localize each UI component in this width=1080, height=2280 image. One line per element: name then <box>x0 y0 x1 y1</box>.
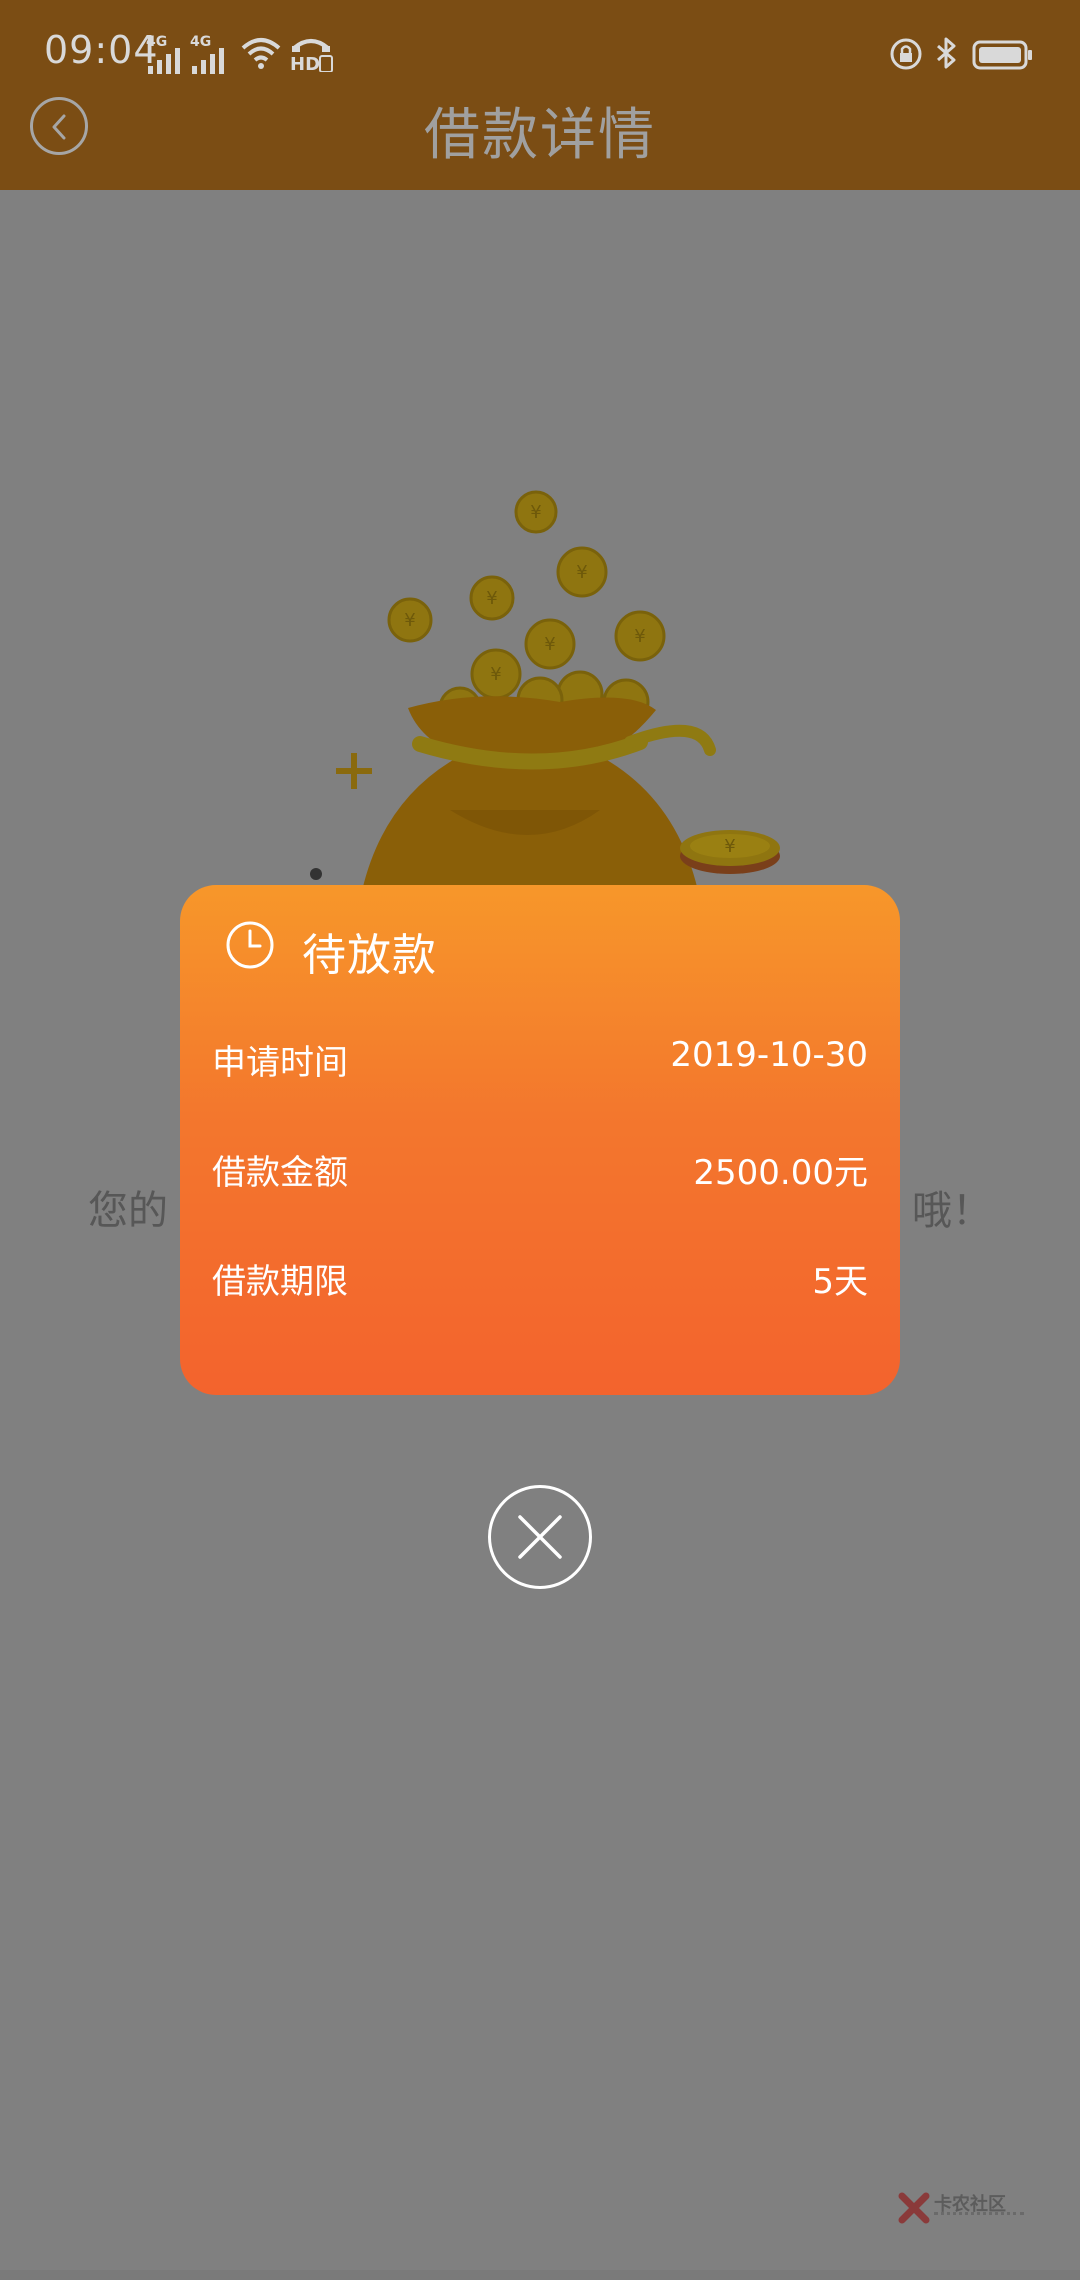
svg-text:¥: ¥ <box>634 626 645 647</box>
svg-text:¥: ¥ <box>486 588 497 609</box>
svg-text:¥: ¥ <box>404 610 415 631</box>
background-message-end: 哦！ <box>912 1188 992 1234</box>
rotation-lock-icon <box>890 38 922 70</box>
detail-value: 5天 <box>812 1262 868 1302</box>
detail-row-loan-term: 借款期限 5天 <box>212 1254 868 1310</box>
wifi-icon <box>241 38 281 69</box>
close-icon <box>518 1515 562 1559</box>
svg-text:¥: ¥ <box>576 562 587 583</box>
watermark-logo-icon <box>898 2192 930 2224</box>
detail-value: 2019-10-30 <box>670 1035 868 1075</box>
svg-text:¥: ¥ <box>544 634 555 655</box>
page-title: 借款详情 <box>424 103 656 168</box>
detail-row-apply-time: 申请时间 2019-10-30 <box>212 1035 868 1091</box>
detail-label: 申请时间 <box>212 1043 348 1083</box>
svg-text:¥: ¥ <box>490 664 501 685</box>
background-message-start: 您的 <box>88 1188 168 1234</box>
svg-text:¥: ¥ <box>724 836 735 857</box>
bottom-strip <box>0 2270 1080 2280</box>
detail-label: 借款期限 <box>212 1262 348 1302</box>
bluetooth-icon <box>937 37 956 69</box>
watermark-subtext <box>934 2212 1024 2223</box>
money-bag-illustration: ¥ ¥ ¥ ¥ ¥ ¥ ¥ ¥ <box>310 490 780 900</box>
detail-value: 2500.00元 <box>693 1153 868 1193</box>
detail-label: 借款金额 <box>212 1153 348 1193</box>
svg-text:HD: HD <box>290 54 320 72</box>
watermark: 卡农社区 <box>898 2188 1028 2228</box>
close-modal-button[interactable] <box>488 1485 592 1589</box>
svg-text:¥: ¥ <box>530 502 541 523</box>
loan-status-modal: 待放款 申请时间 2019-10-30 借款金额 2500.00元 借款期限 5… <box>180 885 900 1395</box>
app-header: 09:04 4G 4G HD 借款详情 <box>0 0 1080 190</box>
battery-icon <box>972 40 1032 70</box>
modal-title: 待放款 <box>302 930 437 981</box>
clock-icon <box>226 921 274 969</box>
detail-row-loan-amount: 借款金额 2500.00元 <box>212 1145 868 1201</box>
modal-header: 待放款 <box>180 885 900 1005</box>
status-time: 09:04 <box>44 28 159 72</box>
hd-call-icon: HD <box>290 39 333 72</box>
